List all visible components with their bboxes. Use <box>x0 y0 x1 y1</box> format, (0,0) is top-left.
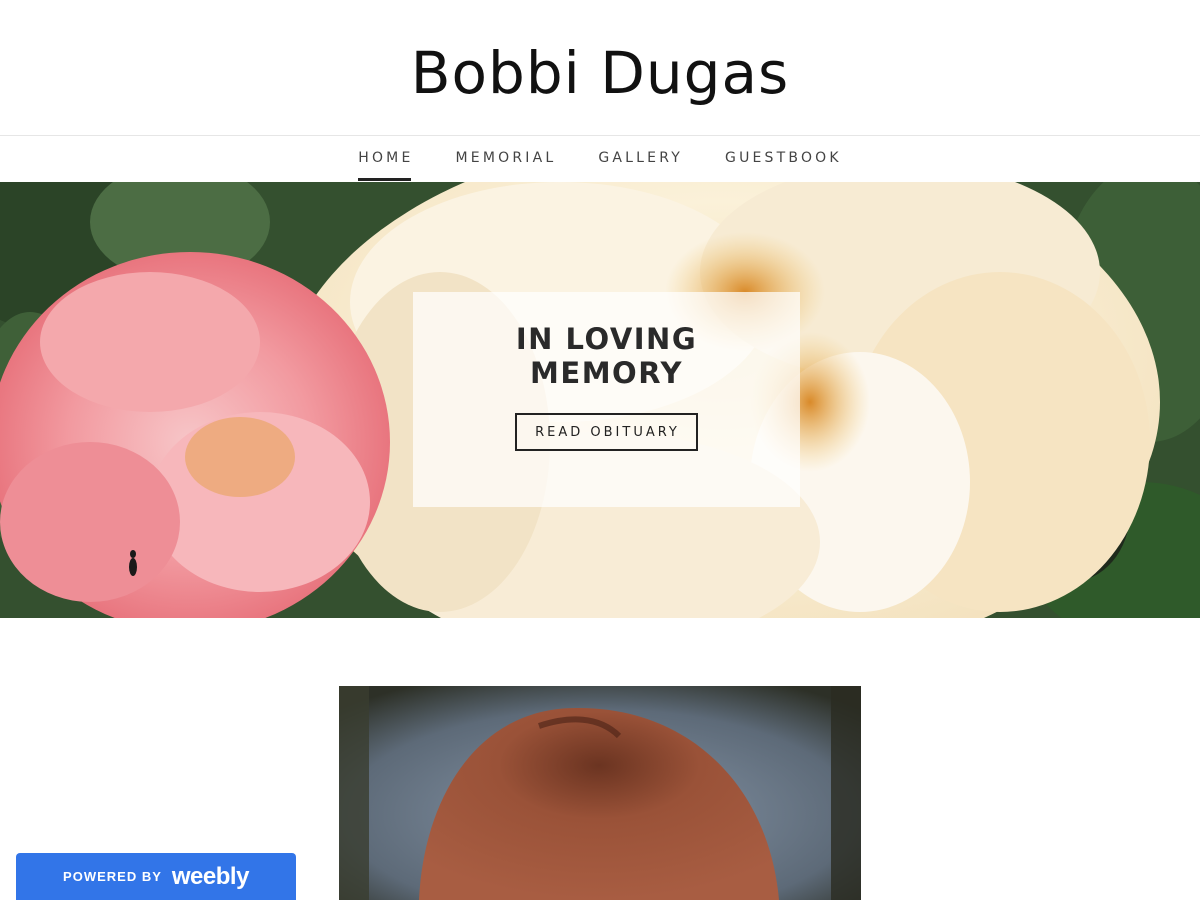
badge-prefix: POWERED BY <box>63 869 162 884</box>
portrait-image <box>339 686 861 900</box>
nav-item-gallery[interactable]: GALLERY <box>598 136 683 182</box>
nav-item-guestbook[interactable]: GUESTBOOK <box>725 136 842 182</box>
site-title[interactable]: Bobbi Dugas <box>411 39 789 107</box>
nav-item-home[interactable]: HOME <box>358 136 413 182</box>
main-nav: HOME MEMORIAL GALLERY GUESTBOOK <box>0 136 1200 182</box>
powered-by-weebly-badge[interactable]: POWERED BY weebly <box>16 853 296 900</box>
hero-heading: IN LOVING MEMORY <box>515 322 698 390</box>
read-obituary-button[interactable]: READ OBITUARY <box>515 413 698 451</box>
hero-banner: IN LOVING MEMORY READ OBITUARY <box>0 182 1200 618</box>
weebly-logo: weebly <box>171 862 250 890</box>
nav-item-memorial[interactable]: MEMORIAL <box>456 136 557 182</box>
site-header: Bobbi Dugas <box>0 0 1200 136</box>
portrait-photo <box>339 686 861 900</box>
hero-card: IN LOVING MEMORY READ OBITUARY <box>413 292 800 507</box>
